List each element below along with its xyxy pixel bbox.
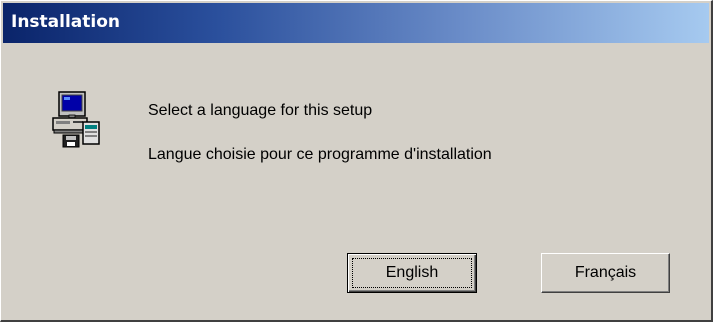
english-button[interactable]: English [347,253,477,293]
english-button-label: English [385,264,439,281]
prompt-english: Select a language for this setup [148,102,373,119]
installation-dialog: Installation Select a language for this … [0,0,713,322]
title-bar[interactable]: Installation [3,3,709,43]
francais-button[interactable]: Français [541,253,670,293]
francais-button-label: Français [574,264,637,281]
prompt-french: Langue choisie pour ce programme d'insta… [148,146,492,163]
computer-setup-icon [51,88,103,150]
window-title: Installation [11,12,121,32]
